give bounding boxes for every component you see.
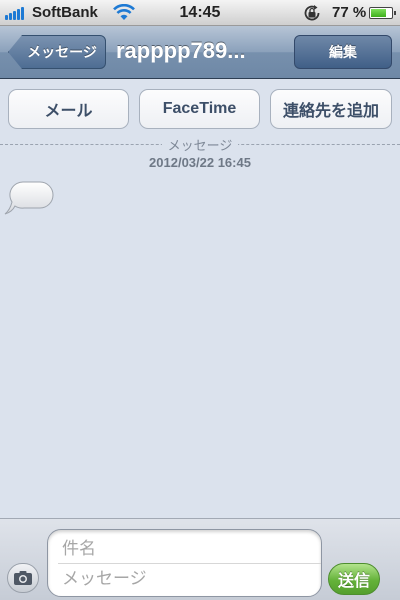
contact-actions: メール FaceTime 連絡先を追加 [0, 89, 400, 129]
battery-icon [369, 7, 396, 19]
conversation-title: rapppp789... [116, 38, 246, 63]
battery-percent: 77 % [332, 4, 367, 21]
camera-button[interactable] [7, 563, 39, 593]
compose-separator [58, 563, 321, 564]
message-input[interactable] [62, 565, 312, 593]
compose-bar: 送信 [0, 518, 400, 600]
edit-button[interactable]: 編集 [294, 35, 392, 69]
thread-divider-label: メッセージ [0, 135, 400, 155]
status-bar: SoftBank 14:45 77 % [0, 0, 400, 26]
mail-button[interactable]: メール [8, 89, 129, 129]
empty-message-bubble[interactable] [4, 180, 54, 218]
compose-field [47, 529, 322, 597]
navigation-bar: メッセージ rapppp789... 編集 [0, 26, 400, 79]
camera-icon [14, 571, 32, 585]
message-timestamp: 2012/03/22 16:45 [149, 155, 251, 170]
facetime-button[interactable]: FaceTime [139, 89, 260, 129]
send-button[interactable]: 送信 [328, 563, 380, 595]
back-button[interactable]: メッセージ [8, 35, 106, 69]
divider-label-text: メッセージ [161, 138, 239, 153]
add-contact-button[interactable]: 連絡先を追加 [270, 89, 392, 129]
subject-input[interactable] [62, 535, 312, 563]
rotation-lock-icon [304, 5, 320, 21]
